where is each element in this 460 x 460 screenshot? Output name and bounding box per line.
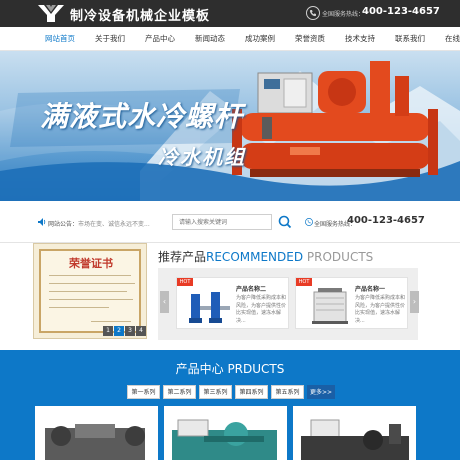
search-input[interactable] [172, 214, 272, 230]
chiller-image [45, 424, 145, 460]
certificate-line [49, 291, 127, 292]
notice-text[interactable]: 市场在变、诚信永远不变... [78, 219, 150, 228]
chiller-machine [232, 61, 438, 177]
certificate-border: 荣誉证书 [39, 249, 141, 333]
nav-item-home[interactable]: 网站首页 [35, 27, 85, 51]
speaker-icon [38, 218, 46, 226]
nav-item-about[interactable]: 关于我们 [85, 27, 135, 51]
category-tab[interactable]: 第四系列 [235, 385, 268, 399]
search-icon[interactable] [276, 213, 294, 231]
product-description: 为客户降低采购成本和风险，为客户提供性价比实现值，速冻水解决... [355, 295, 406, 324]
phone-icon [305, 218, 313, 226]
product-card[interactable]: HOT 产品名称一 为客户降低采购成本和风险，为客户提供性价比实现值，速冻水解决… [295, 277, 408, 329]
nav-item-cases[interactable]: 成功案例 [235, 27, 285, 51]
certificate-tab[interactable]: 1 [103, 326, 113, 336]
hotline-label: 全国服务热线： [322, 11, 365, 18]
product-tile[interactable] [293, 406, 416, 460]
nav-item-support[interactable]: 技术支持 [335, 27, 385, 51]
phone-icon [306, 6, 320, 20]
recommended-heading: 推荐产品RECOMMENDED PRODUCTS [158, 246, 373, 265]
product-card[interactable]: HOT 产品名称二 为客户降低采购成本和风险，为客户提供性价比实现值，速冻水解决… [176, 277, 289, 329]
hot-badge: HOT [177, 278, 193, 286]
cooling-tower-image [312, 288, 348, 324]
logo-icon[interactable] [38, 4, 64, 23]
product-tile[interactable] [35, 406, 158, 460]
banner-subtitle: 冷水机组 [158, 145, 246, 169]
certificate-tab[interactable]: 3 [125, 326, 135, 336]
product-center-title: 产品中心 PRDUCTS [175, 362, 285, 376]
contact-number: 400-123-4657 [347, 215, 425, 226]
nav-item-message[interactable]: 在线留言 [435, 27, 460, 51]
certificate-line [49, 275, 131, 276]
site-title[interactable]: 制冷设备机械企业模板 [70, 5, 210, 24]
notice-search-strip: 网站公告： 市场在变、诚信永远不变... 全国服务热线： 400-123-465… [0, 201, 460, 243]
header-bar: 制冷设备机械企业模板 全国服务热线： 400-123-4657 [0, 0, 460, 27]
recommended-title-cn: 推荐产品 [158, 250, 207, 264]
chiller-image [172, 419, 277, 460]
chiller-image [301, 419, 409, 460]
nav-item-products[interactable]: 产品中心 [135, 27, 185, 51]
more-button[interactable]: 更多>> [307, 385, 335, 399]
category-tab[interactable]: 第三系列 [199, 385, 232, 399]
category-tab[interactable]: 第五系列 [271, 385, 304, 399]
honor-certificate[interactable]: 荣誉证书 [33, 243, 147, 339]
product-name: 产品名称一 [355, 286, 386, 293]
hot-badge: HOT [296, 278, 312, 286]
recommended-title-en-suffix: PRODUCTS [303, 250, 374, 264]
nav-item-honors[interactable]: 荣誉资质 [285, 27, 335, 51]
certificate-line [49, 299, 133, 300]
hotline-number: 400-123-4657 [362, 6, 440, 17]
recommended-title-en: RECOMMENDED [206, 250, 304, 264]
certificate-title: 荣誉证书 [69, 257, 113, 270]
notice-label: 网站公告： [48, 221, 79, 228]
certificate-pagination: 1 2 3 4 [103, 326, 146, 336]
certificate-tab-active[interactable]: 2 [114, 326, 124, 336]
product-tile[interactable] [164, 406, 287, 460]
carousel-next-button[interactable]: › [410, 291, 419, 313]
main-nav: 网站首页 关于我们 产品中心 新闻动态 成功案例 荣誉资质 技术支持 联系我们 … [0, 27, 460, 51]
product-description: 为客户降低采购成本和风险，为客户提供性价比实现值，速冻水解决... [236, 295, 287, 324]
nav-item-news[interactable]: 新闻动态 [185, 27, 235, 51]
certificate-tab[interactable]: 4 [136, 326, 146, 336]
pump-image [189, 292, 230, 323]
certificate-line [49, 307, 109, 308]
category-tab[interactable]: 第二系列 [163, 385, 196, 399]
certificate-line [91, 321, 131, 322]
category-tab[interactable]: 第一系列 [127, 385, 160, 399]
nav-item-contact[interactable]: 联系我们 [385, 27, 435, 51]
product-category-tabs: 第一系列 第二系列 第三系列 第四系列 第五系列 更多>> [127, 385, 335, 399]
product-name: 产品名称二 [236, 286, 267, 293]
hero-banner[interactable]: 满液式水冷螺杆 冷水机组 [0, 51, 460, 201]
certificate-line [49, 283, 135, 284]
carousel-prev-button[interactable]: ‹ [160, 291, 169, 313]
banner-title: 满液式水冷螺杆 [40, 100, 244, 133]
